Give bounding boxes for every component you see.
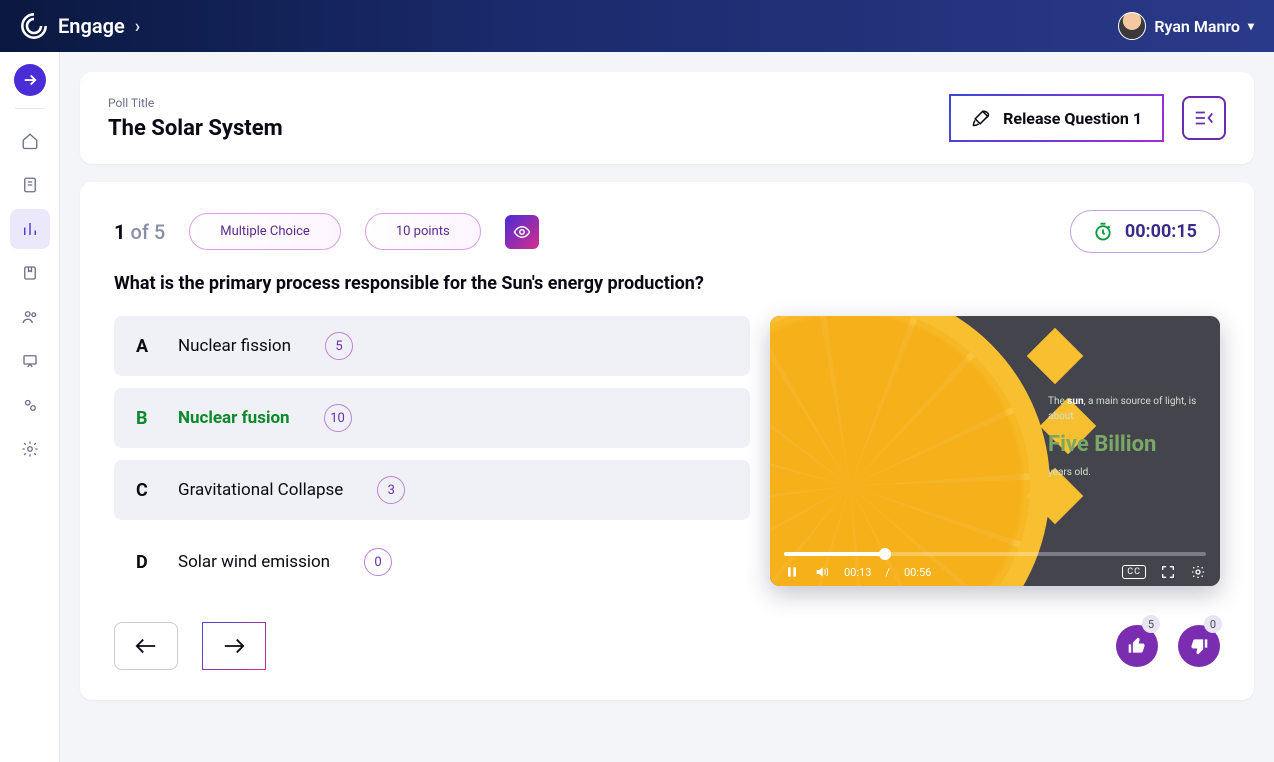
answer-text: Solar wind emission — [178, 552, 330, 572]
gears-icon — [21, 396, 39, 414]
eye-icon — [513, 223, 531, 241]
poll-title-label: Poll Title — [108, 96, 283, 110]
sidebar-item-home[interactable] — [10, 121, 50, 161]
answer-option[interactable]: D Solar wind emission 0 — [114, 532, 750, 592]
people-icon — [21, 308, 39, 326]
title-card: Poll Title The Solar System Release Ques… — [80, 72, 1254, 164]
answer-option[interactable]: A Nuclear fission 5 — [114, 316, 750, 376]
bookmark-icon — [21, 264, 39, 282]
answers-list: A Nuclear fission 5 B Nuclear fusion 10 C Gravi… — [114, 316, 750, 592]
video-text-big: Five Billion — [1048, 428, 1198, 461]
chevron-right-icon: › — [135, 16, 140, 37]
poll-title: The Solar System — [108, 116, 283, 141]
arrow-right-icon — [223, 638, 245, 654]
thumbs-up-button[interactable]: 5 — [1116, 625, 1158, 667]
question-text: What is the primary process responsible … — [114, 273, 1220, 294]
chart-bar-icon — [21, 220, 39, 238]
arrow-right-icon — [21, 71, 39, 89]
sidebar-item-settings[interactable] — [10, 429, 50, 469]
answer-count: 10 — [324, 404, 352, 432]
sidebar-item-polls[interactable] — [10, 209, 50, 249]
video-time-total: 00:56 — [904, 566, 931, 579]
user-name: Ryan Manro — [1154, 17, 1240, 36]
prev-question-button[interactable] — [114, 622, 178, 670]
progress-thumb[interactable] — [879, 548, 891, 560]
sun-ray — [1027, 328, 1084, 385]
brand[interactable]: Engage › — [20, 12, 140, 40]
video-time-current: 00:13 — [844, 566, 871, 579]
user-menu[interactable]: Ryan Manro ▾ — [1118, 12, 1254, 40]
release-question-button[interactable]: Release Question 1 — [949, 94, 1164, 142]
cc-toggle[interactable]: CC — [1122, 565, 1146, 579]
release-button-label: Release Question 1 — [1003, 109, 1142, 128]
separator — [15, 108, 45, 109]
video-text-pre: The — [1048, 396, 1067, 407]
video-caption: The sun, a main source of light, is abou… — [1048, 394, 1198, 480]
answer-letter: B — [136, 408, 154, 429]
panel-collapse-button[interactable] — [1182, 96, 1226, 140]
next-question-button[interactable] — [202, 622, 266, 670]
video-text-post: years old. — [1048, 467, 1091, 478]
answer-text: Gravitational Collapse — [178, 480, 343, 500]
stopwatch-icon — [1093, 222, 1113, 242]
answer-letter: D — [136, 552, 154, 573]
document-icon — [21, 176, 39, 194]
arrow-left-icon — [135, 638, 157, 654]
top-bar: Engage › Ryan Manro ▾ — [0, 0, 1274, 52]
answer-option[interactable]: C Gravitational Collapse 3 — [114, 460, 750, 520]
video-progress-bar[interactable] — [784, 552, 1206, 556]
thumbs-down-icon — [1189, 636, 1209, 656]
settings-gear-icon[interactable] — [1190, 564, 1206, 580]
thumbs-down-button[interactable]: 0 — [1178, 625, 1220, 667]
question-type-pill: Multiple Choice — [189, 213, 341, 250]
avatar — [1118, 12, 1146, 40]
sidebar-item-people[interactable] — [10, 297, 50, 337]
question-index: 1 — [114, 220, 125, 244]
sidebar-item-library[interactable] — [10, 253, 50, 293]
fullscreen-icon[interactable] — [1160, 564, 1176, 580]
question-total: 5 — [154, 220, 165, 244]
visibility-toggle[interactable] — [505, 215, 539, 249]
video-time-sep: / — [885, 566, 890, 579]
pause-icon[interactable] — [784, 564, 800, 580]
brand-logo-icon — [20, 12, 48, 40]
progress-fill — [784, 552, 885, 556]
chevron-down-icon: ▾ — [1248, 19, 1254, 33]
sidebar-item-integrations[interactable] — [10, 385, 50, 425]
sidebar-collapse-toggle[interactable] — [14, 64, 46, 96]
video-player[interactable]: The sun, a main source of light, is abou… — [770, 316, 1220, 586]
presentation-icon — [21, 352, 39, 370]
answer-count: 0 — [364, 548, 392, 576]
answer-count: 5 — [325, 332, 353, 360]
sidebar — [0, 52, 60, 762]
thumbs-up-count: 5 — [1142, 615, 1160, 633]
sidebar-item-present[interactable] — [10, 341, 50, 381]
answer-letter: C — [136, 480, 154, 501]
home-icon — [21, 132, 39, 150]
volume-icon[interactable] — [814, 564, 830, 580]
answer-text: Nuclear fusion — [178, 408, 290, 428]
panel-collapse-icon — [1193, 107, 1215, 129]
rocket-icon — [971, 108, 991, 128]
timer-value: 00:00:15 — [1125, 221, 1197, 242]
points-pill: 10 points — [365, 213, 481, 250]
question-card: 1 of 5 Multiple Choice 10 points 00:00:1… — [80, 182, 1254, 700]
timer: 00:00:15 — [1070, 210, 1220, 253]
thumbs-up-icon — [1127, 636, 1147, 656]
answer-option[interactable]: B Nuclear fusion 10 — [114, 388, 750, 448]
answer-count: 3 — [377, 476, 405, 504]
of-label: of — [130, 220, 148, 244]
sidebar-item-reports[interactable] — [10, 165, 50, 205]
question-counter: 1 of 5 — [114, 220, 165, 244]
answer-letter: A — [136, 336, 154, 357]
thumbs-down-count: 0 — [1204, 615, 1222, 633]
main-content: Poll Title The Solar System Release Ques… — [60, 52, 1274, 762]
brand-label: Engage — [58, 14, 125, 38]
gear-icon — [21, 440, 39, 458]
video-text-bold: sun — [1067, 396, 1083, 407]
answer-text: Nuclear fission — [178, 336, 291, 356]
video-controls: 00:13 / 00:56 CC — [770, 542, 1220, 586]
